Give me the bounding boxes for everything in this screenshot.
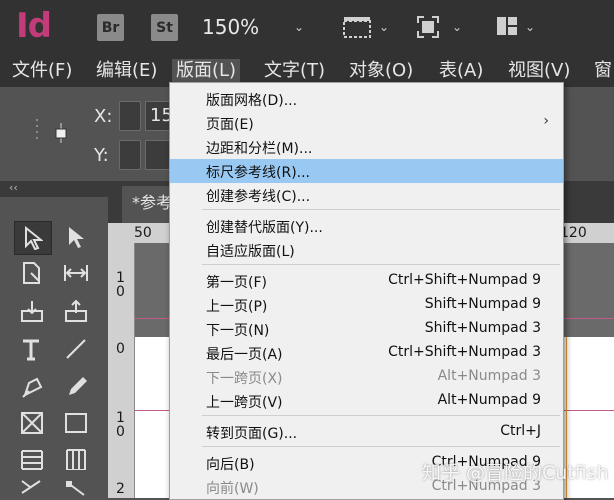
- horizontal-grid-icon: [21, 450, 43, 470]
- content-placer-icon: [65, 299, 87, 322]
- menu-separator: [202, 415, 560, 416]
- menu-item-layout-grid[interactable]: 版面网格(D)...: [170, 87, 563, 111]
- ruler-label: 1 0: [116, 410, 125, 440]
- menu-item-create-guides[interactable]: 创建参考线(C)...: [170, 183, 563, 207]
- type-tool-icon: [23, 339, 39, 361]
- page-tool-icon: [23, 262, 40, 284]
- direct-selection-tool[interactable]: [58, 221, 94, 253]
- pen-tool-icon: [22, 377, 43, 398]
- bridge-button[interactable]: Br: [97, 14, 124, 41]
- menu-item-next-page[interactable]: 下一页(N) Shift+Numpad 3: [170, 317, 563, 341]
- pencil-tool[interactable]: [58, 371, 94, 403]
- menu-type[interactable]: 文字(T): [260, 59, 329, 83]
- zoom-level[interactable]: 150%: [202, 15, 259, 39]
- screen-mode-icon[interactable]: [416, 15, 440, 39]
- watermark: 知乎 @冒险的Cutfish: [422, 462, 609, 484]
- ruler-label: 50: [134, 225, 152, 241]
- collapse-icon[interactable]: ‹‹: [9, 181, 18, 194]
- ruler-label: 1 0: [116, 270, 125, 300]
- reference-point-icon[interactable]: [54, 123, 68, 143]
- y-label: Y:: [94, 145, 109, 166]
- gap-tool[interactable]: [58, 257, 94, 289]
- y-spinner[interactable]: [119, 140, 141, 170]
- chevron-right-icon: ›: [543, 113, 549, 129]
- menu-item-liquid-layout[interactable]: 自适应版面(L): [170, 238, 563, 262]
- menu-item-next-spread: 下一跨页(X) Alt+Numpad 3: [206, 368, 541, 387]
- pencil-tool-icon: [69, 377, 87, 395]
- menu-item-first-page[interactable]: 第一页(F) Ctrl+Shift+Numpad 9: [170, 269, 563, 293]
- x-spinner[interactable]: [119, 101, 141, 131]
- gap-tool-icon: [64, 265, 88, 281]
- rectangle-frame-tool[interactable]: [14, 407, 50, 439]
- x-label: X:: [94, 106, 113, 127]
- menu-item-go-to-page[interactable]: 转到页面(G)... Ctrl+J: [170, 420, 563, 444]
- line-tool-icon: [66, 339, 86, 359]
- menu-separator: [202, 209, 560, 210]
- ruler-label: 120: [560, 225, 587, 241]
- menu-window[interactable]: 窗: [590, 59, 614, 83]
- free-transform-icon: [66, 481, 85, 496]
- application-bar: Id Br St 150% ⌄ ⌄ ⌄ ⌄: [0, 0, 614, 55]
- menu-item-previous-spread[interactable]: 上一跨页(V) Alt+Numpad 9: [170, 389, 563, 413]
- menu-file[interactable]: 文件(F): [8, 59, 76, 83]
- content-collector-icon: [21, 301, 43, 322]
- arrange-documents-icon[interactable]: [496, 16, 518, 36]
- menu-item-create-alternate-layout[interactable]: 创建替代版面(Y)...: [170, 214, 563, 238]
- vertical-grid-tool[interactable]: [58, 443, 94, 475]
- chevron-down-icon[interactable]: ⌄: [452, 20, 462, 34]
- selection-arrow-icon: [25, 226, 43, 250]
- chevron-down-icon[interactable]: ⌄: [525, 20, 535, 34]
- rectangle-tool[interactable]: [58, 407, 94, 439]
- menu-item-ruler-guides[interactable]: 标尺参考线(R)...: [170, 159, 563, 183]
- menu-item-last-page[interactable]: 最后一页(A) Ctrl+Shift+Numpad 3: [170, 341, 563, 365]
- free-transform-tool[interactable]: [58, 479, 94, 498]
- horizontal-grid-tool[interactable]: [14, 443, 50, 475]
- ruler-label: 0: [116, 341, 125, 357]
- tools-panel-header[interactable]: ‹‹: [0, 181, 108, 197]
- menu-separator: [202, 446, 560, 447]
- line-tool[interactable]: [58, 333, 94, 365]
- selection-tool[interactable]: [14, 221, 52, 255]
- content-collector-tool[interactable]: [14, 295, 50, 327]
- pen-tool[interactable]: [14, 371, 50, 403]
- chevron-down-icon[interactable]: ⌄: [379, 20, 389, 34]
- menu-object[interactable]: 对象(O): [345, 59, 417, 83]
- menu-edit[interactable]: 编辑(E): [92, 59, 161, 83]
- menu-separator: [202, 264, 560, 265]
- chevron-down-icon[interactable]: ⌄: [294, 20, 304, 34]
- menu-layout[interactable]: 版面(L): [172, 59, 241, 83]
- content-placer-tool[interactable]: [58, 295, 94, 327]
- panel-grip[interactable]: [36, 119, 38, 121]
- rectangle-icon: [65, 413, 87, 433]
- rectangle-frame-icon: [21, 412, 43, 434]
- view-options-icon[interactable]: [343, 16, 371, 38]
- ruler-label: 2: [116, 481, 125, 497]
- layout-menu-dropdown: 版面网格(D)... 页面(E) › 边距和分栏(M)... 标尺参考线(R)..…: [169, 82, 564, 500]
- scissors-tool[interactable]: [14, 479, 50, 498]
- vertical-grid-icon: [66, 449, 86, 470]
- vertical-ruler[interactable]: 1 0 0 1 0 2: [108, 243, 135, 498]
- menu-item-previous-page[interactable]: 上一页(P) Shift+Numpad 9: [170, 293, 563, 317]
- stock-button[interactable]: St: [151, 14, 178, 41]
- menu-item-margins-columns[interactable]: 边距和分栏(M)...: [170, 135, 563, 159]
- page-tool[interactable]: [14, 257, 50, 289]
- menu-view[interactable]: 视图(V): [504, 59, 574, 83]
- type-tool[interactable]: [14, 333, 50, 365]
- menu-table[interactable]: 表(A): [435, 59, 487, 83]
- direct-selection-icon: [69, 227, 84, 248]
- indesign-logo: Id: [16, 6, 52, 46]
- menu-item-pages[interactable]: 页面(E) ›: [170, 111, 563, 135]
- scissors-icon: [21, 480, 41, 494]
